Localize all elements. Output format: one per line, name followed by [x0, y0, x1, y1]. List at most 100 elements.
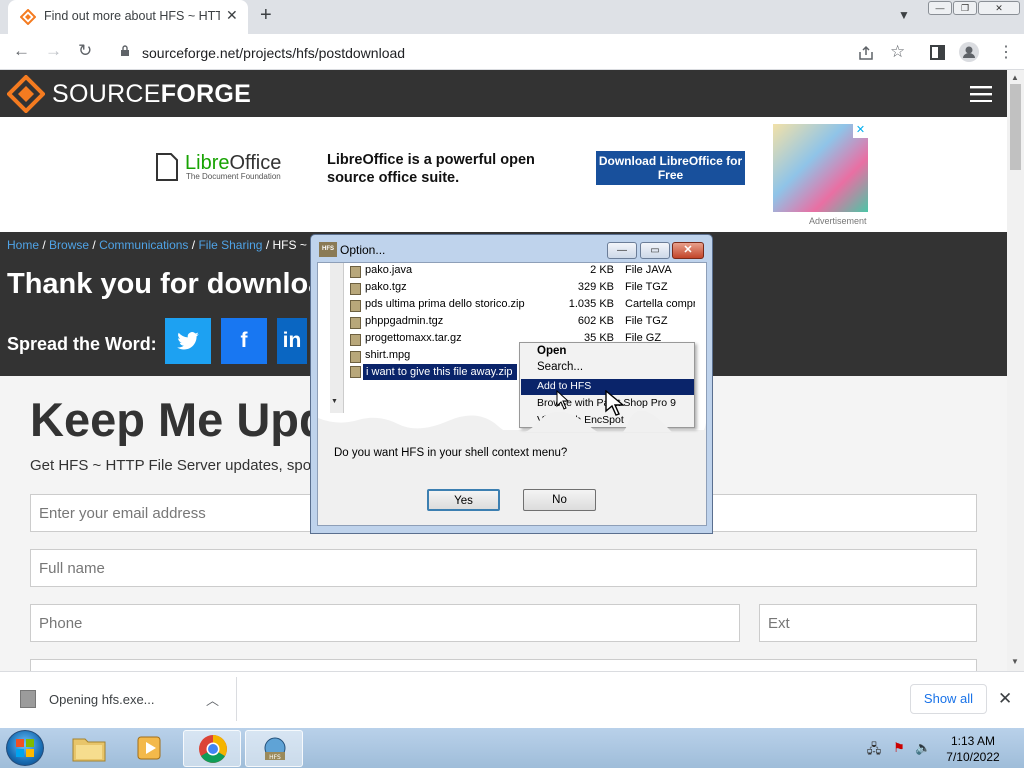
action-center-tray-icon[interactable]: ⚑	[891, 740, 907, 756]
scrollbar-thumb[interactable]	[1010, 84, 1021, 170]
twitter-icon	[177, 332, 199, 350]
ad-close-icon[interactable]: ✕	[853, 124, 868, 138]
file-icon	[350, 300, 361, 312]
selected-file-name: i want to give this file away.zip	[366, 366, 513, 378]
dialog-close-icon[interactable]: ✕	[672, 242, 704, 259]
zip-file-icon	[350, 366, 361, 378]
taskbar-chrome[interactable]	[183, 730, 241, 767]
file-name: pds ultima prima dello storico.zip	[365, 298, 525, 310]
download-separator	[236, 677, 237, 721]
breadcrumb-file-sharing[interactable]: File Sharing	[198, 238, 262, 252]
screenshot-scrollbar	[330, 263, 344, 413]
tab-close-icon[interactable]: ✕	[226, 7, 238, 24]
cursor-icon	[556, 390, 570, 410]
libreoffice-logo-icon[interactable]	[155, 153, 179, 181]
taskbar-hfs[interactable]: HFS	[245, 730, 303, 767]
file-icon	[350, 351, 361, 363]
breadcrumb-communications[interactable]: Communications	[99, 238, 188, 252]
file-type: File JAVA	[625, 264, 672, 276]
url-text[interactable]: sourceforge.net/projects/hfs/postdownloa…	[142, 45, 405, 61]
file-size: 329 KB	[577, 281, 614, 293]
sourceforge-logo-icon[interactable]	[7, 75, 45, 113]
facebook-icon: f	[240, 329, 248, 352]
file-name: phppgadmin.tgz	[365, 315, 444, 327]
spread-label: Spread the Word:	[7, 334, 157, 354]
exe-file-icon	[20, 690, 36, 708]
chrome-menu-icon[interactable]: ⋮	[998, 42, 1014, 62]
download-bar-close-icon[interactable]: ✕	[998, 689, 1012, 709]
chrome-icon	[199, 735, 227, 763]
tab-title: Find out more about HFS ~ HTTP File Serv…	[44, 9, 220, 23]
linkedin-icon: in	[282, 329, 302, 352]
window-restore-icon[interactable]: ❐	[953, 1, 977, 15]
no-button[interactable]: No	[523, 489, 596, 511]
taskbar-media-player[interactable]	[121, 730, 179, 767]
profile-avatar-icon[interactable]	[959, 42, 979, 62]
file-name: progettomaxx.tar.gz	[365, 332, 462, 344]
file-icon	[350, 266, 361, 278]
file-name: shirt.mpg	[365, 349, 411, 361]
file-size: 2 KB	[590, 264, 614, 276]
forward-arrow-icon[interactable]: →	[45, 41, 62, 61]
linkedin-share-button[interactable]: in	[277, 318, 307, 364]
full-name-field[interactable]: Full name	[30, 549, 977, 587]
side-panel-icon[interactable]	[930, 45, 945, 60]
ad-download-button[interactable]: Download LibreOffice for Free	[596, 151, 745, 185]
window-close-icon[interactable]: ✕	[978, 1, 1020, 15]
file-name: pako.java	[365, 264, 413, 276]
breadcrumb-home[interactable]: Home	[7, 238, 39, 252]
bookmark-star-icon[interactable]: ☆	[890, 42, 905, 62]
dialog-maximize-icon[interactable]: ▭	[640, 242, 670, 259]
file-type: File TGZ	[625, 315, 668, 327]
hfs-dialog-icon: HFS	[319, 242, 337, 257]
sourceforge-favicon-icon	[20, 9, 36, 25]
file-size: 602 KB	[577, 315, 614, 327]
start-button[interactable]	[6, 730, 44, 766]
dialog-question: Do you want HFS in your shell context me…	[334, 447, 568, 459]
reload-icon[interactable]: ↻	[78, 41, 92, 61]
twitter-share-button[interactable]	[165, 318, 211, 364]
file-name: pako.tgz	[365, 281, 407, 293]
file-type: Cartella compr	[625, 298, 695, 310]
tab-search-chevron-icon[interactable]: ▼	[898, 8, 910, 22]
facebook-share-button[interactable]: f	[221, 318, 267, 364]
file-icon	[350, 317, 361, 329]
ad-label: Advertisement	[809, 216, 867, 226]
libreoffice-subtitle: The Document Foundation	[186, 172, 281, 181]
folder-icon	[72, 738, 106, 762]
file-size: 1.035 KB	[568, 298, 614, 310]
download-item-name[interactable]: Opening hfs.exe...	[49, 692, 155, 707]
windows-logo-icon	[16, 739, 34, 757]
yes-button[interactable]: Yes	[427, 489, 500, 511]
ad-text[interactable]: LibreOffice is a powerful open source of…	[327, 151, 567, 187]
scroll-down-icon[interactable]: ▼	[1011, 657, 1019, 666]
torn-edge	[318, 410, 706, 432]
share-icon[interactable]	[858, 45, 874, 61]
dialog-minimize-icon[interactable]: —	[607, 242, 637, 259]
hamburger-menu-icon[interactable]	[970, 86, 992, 102]
media-player-icon	[137, 736, 161, 760]
volume-tray-icon[interactable]: 🔈	[915, 740, 931, 756]
file-icon	[350, 334, 361, 346]
file-icon	[350, 283, 361, 295]
next-field[interactable]	[30, 659, 977, 671]
new-tab-icon[interactable]: +	[260, 4, 272, 27]
window-minimize-icon[interactable]: —	[928, 1, 952, 15]
screenshot-scroll-down-icon: ▼	[331, 398, 338, 405]
phone-field[interactable]: Phone	[30, 604, 740, 642]
network-tray-icon[interactable]: 🖧	[866, 740, 882, 756]
show-all-button[interactable]: Show all	[910, 684, 987, 714]
lock-icon[interactable]	[120, 45, 130, 56]
taskbar-explorer[interactable]	[60, 730, 118, 767]
file-type: File TGZ	[625, 281, 668, 293]
svg-text:HFS: HFS	[269, 754, 281, 761]
chevron-up-icon[interactable]: ︿	[206, 690, 219, 709]
scroll-up-icon[interactable]: ▲	[1011, 73, 1019, 82]
ext-field[interactable]: Ext	[759, 604, 977, 642]
breadcrumb-browse[interactable]: Browse	[49, 238, 89, 252]
hfs-app-icon: HFS	[264, 737, 286, 761]
back-arrow-icon[interactable]: ←	[13, 41, 30, 61]
sourceforge-logo-text[interactable]: SOURCEFORGE	[52, 80, 251, 109]
ctx-open: Open	[537, 345, 567, 357]
clock[interactable]: 1:13 AM 7/10/2022	[938, 733, 1008, 765]
